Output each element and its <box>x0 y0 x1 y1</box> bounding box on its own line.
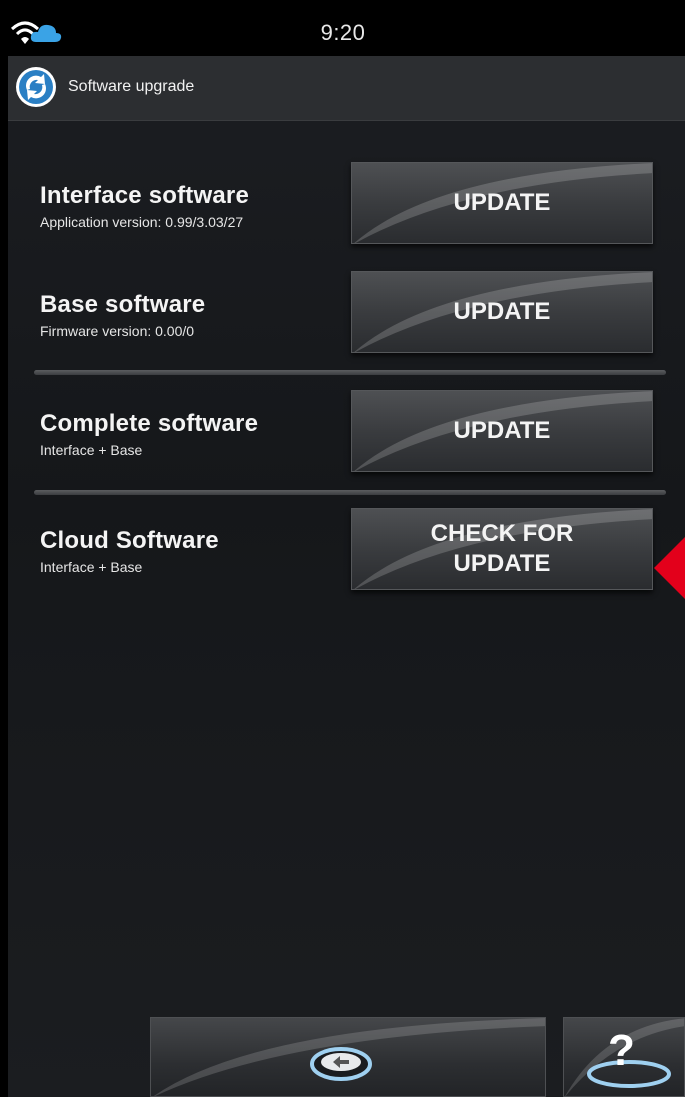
check-for-update-button[interactable]: CHECK FOR UPDATE <box>351 508 653 590</box>
check-for-update-line1: CHECK FOR <box>430 520 574 547</box>
cloud-software-subtitle: Interface + Base <box>40 559 143 575</box>
cloud-icon <box>30 24 62 42</box>
sync-icon <box>16 67 56 107</box>
status-bar: 9:20 <box>8 10 685 56</box>
base-software-title: Base software <box>40 291 206 318</box>
action-bar: Software upgrade <box>8 56 685 121</box>
complete-software-subtitle: Interface + Base <box>40 442 143 458</box>
section-divider <box>34 370 666 375</box>
check-for-update-line2: UPDATE <box>453 550 551 577</box>
page-title: Software upgrade <box>68 78 195 95</box>
complete-software-title: Complete software <box>40 410 259 437</box>
update-complete-button[interactable]: UPDATE <box>351 390 653 472</box>
update-base-label: UPDATE <box>453 298 551 325</box>
update-base-button[interactable]: UPDATE <box>351 271 653 353</box>
interface-software-version: Application version: 0.99/3.03/27 <box>40 214 244 230</box>
interface-software-title: Interface software <box>40 182 250 209</box>
update-interface-label: UPDATE <box>453 189 551 216</box>
back-arrow-icon <box>310 1047 372 1081</box>
help-button[interactable]: ? <box>563 1017 685 1097</box>
check-for-update-label: CHECK FOR UPDATE <box>431 519 574 579</box>
cloud-software-title: Cloud Software <box>40 527 219 554</box>
highlight-arrow-icon <box>654 532 685 604</box>
section-divider <box>34 490 666 495</box>
update-complete-label: UPDATE <box>453 417 551 444</box>
status-clock: 9:20 <box>320 20 366 45</box>
help-icon: ? <box>608 1026 635 1075</box>
update-interface-button[interactable]: UPDATE <box>351 162 653 244</box>
screen: 9:20 Software upgrade Interface software… <box>8 10 685 1097</box>
back-button[interactable] <box>150 1017 546 1097</box>
base-software-version: Firmware version: 0.00/0 <box>40 323 195 339</box>
